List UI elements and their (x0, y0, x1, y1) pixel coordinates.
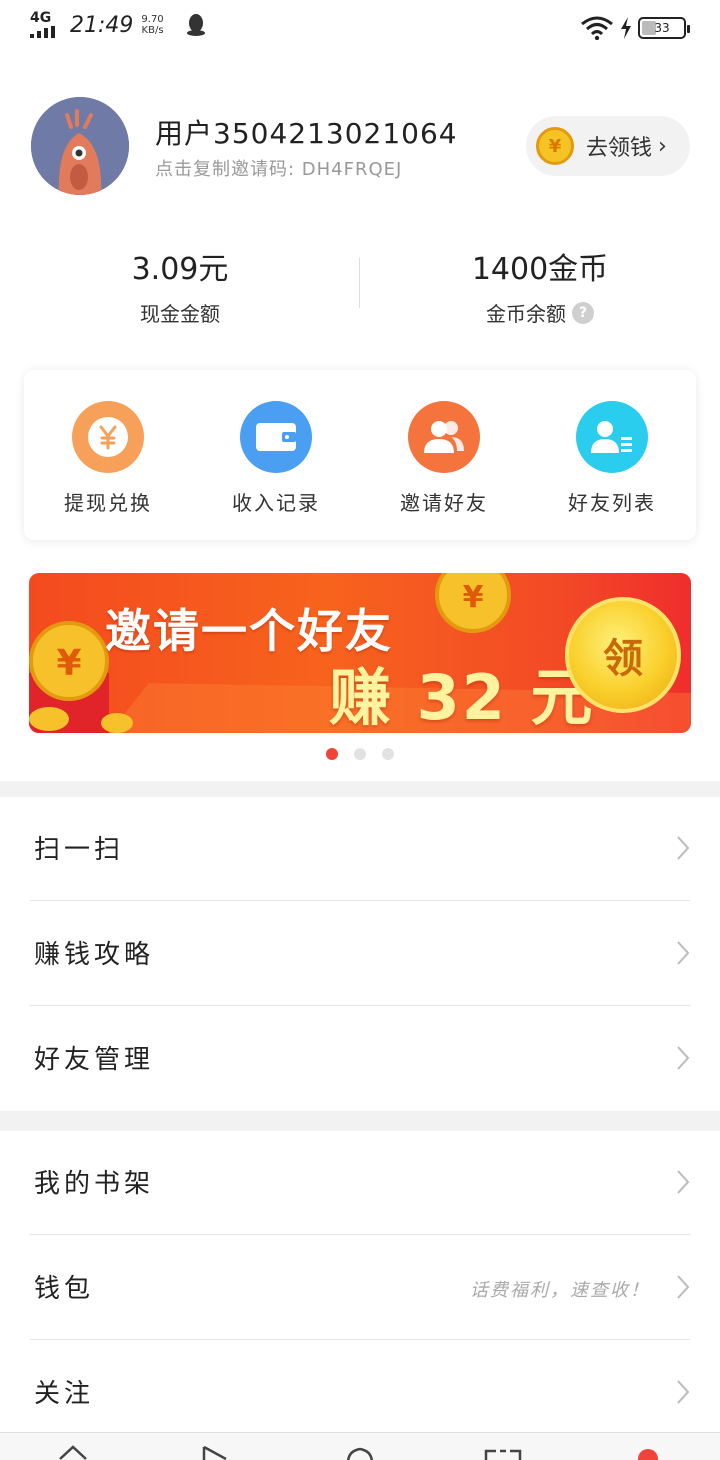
section-gap (0, 781, 720, 797)
carousel-dot-2[interactable] (354, 748, 366, 760)
bookshelf-tab-icon[interactable] (484, 1445, 522, 1460)
chevron-right-icon (677, 1380, 690, 1404)
cash-label: 现金金额 (140, 302, 220, 326)
menu-item-follow[interactable]: 关注 (0, 1341, 720, 1445)
svg-text:¥: ¥ (56, 643, 81, 684)
carousel-indicator (326, 748, 394, 760)
chevron-right-icon (677, 941, 690, 965)
username: 用户3504213021064 (155, 117, 458, 150)
coin-balance[interactable]: 1400金币 金币余额 ? (360, 244, 720, 327)
bottom-tab-bar (0, 1432, 720, 1460)
action-invite-friends[interactable]: 邀请好友 (360, 370, 528, 540)
battery-icon: 33 (638, 17, 690, 39)
svg-text:¥: ¥ (463, 580, 484, 615)
menu-item-earn-tips-label: 赚钱攻略 (34, 940, 155, 970)
menu-item-scan[interactable]: 扫一扫 (0, 797, 720, 901)
action-withdraw-label: 提现兑换 (64, 491, 152, 515)
wallet-hint: 话费福利，速查收！ (470, 1280, 650, 1301)
qq-icon (186, 14, 205, 36)
home-icon[interactable] (58, 1445, 88, 1460)
signal-icon: 4G (30, 10, 60, 38)
menu-item-bookshelf[interactable]: 我的书架 (0, 1131, 720, 1235)
action-invite-friends-label: 邀请好友 (400, 491, 488, 515)
menu-item-wallet[interactable]: 钱包 话费福利，速查收！ (0, 1236, 720, 1340)
charging-icon (621, 17, 631, 39)
invite-code[interactable]: 点击复制邀请码: DH4FRQEJ (155, 155, 402, 181)
wallet-icon (240, 401, 312, 473)
network-speed: 9.70 KB/s (141, 14, 164, 36)
action-income-record[interactable]: 收入记录 (192, 370, 360, 540)
friends-icon (408, 401, 480, 473)
action-income-record-label: 收入记录 (232, 491, 320, 515)
cash-balance[interactable]: 3.09元 现金金额 (0, 244, 360, 327)
action-grid: 提现兑换 收入记录 邀请好友 好友列表 (24, 370, 696, 540)
banner-subtitle: 赚 32 元 (329, 661, 595, 733)
menu-item-friend-manage-label: 好友管理 (34, 1045, 155, 1075)
chevron-right-icon (677, 1275, 690, 1299)
get-cash-button[interactable]: ¥ 去领钱 › (526, 116, 690, 176)
notification-dot-icon (638, 1449, 658, 1460)
menu-item-friend-manage[interactable]: 好友管理 (0, 1007, 720, 1111)
chevron-right-icon: › (658, 133, 667, 159)
discover-icon[interactable] (345, 1445, 375, 1460)
section-gap (0, 1111, 720, 1131)
battery-level: 33 (654, 21, 670, 35)
menu-item-scan-label: 扫一扫 (34, 835, 125, 865)
chevron-right-icon (677, 1046, 690, 1070)
action-friend-list[interactable]: 好友列表 (528, 370, 696, 540)
invite-banner[interactable]: ¥ ¥ 邀请一个好友 赚 32 元 领 (29, 573, 691, 733)
menu-item-wallet-label: 钱包 (34, 1274, 95, 1304)
action-withdraw[interactable]: 提现兑换 (24, 370, 192, 540)
yuan-icon (72, 401, 144, 473)
coin-value: 1400金币 (471, 252, 609, 287)
status-bar: 4G 21:49 9.70 KB/s 33 (0, 0, 720, 56)
avatar[interactable] (31, 97, 129, 195)
cash-value: 3.09元 (131, 252, 229, 287)
wifi-icon (581, 16, 613, 40)
chevron-right-icon (677, 836, 690, 860)
help-icon[interactable]: ? (572, 301, 594, 324)
banner-claim-button[interactable]: 领 (565, 597, 681, 713)
contact-list-icon (576, 401, 648, 473)
clock: 21:49 (70, 12, 134, 38)
network-type: 4G (30, 10, 52, 26)
carousel-dot-1[interactable] (326, 748, 338, 760)
menu-item-bookshelf-label: 我的书架 (34, 1169, 155, 1199)
menu-item-earn-tips[interactable]: 赚钱攻略 (0, 902, 720, 1006)
action-friend-list-label: 好友列表 (568, 491, 656, 515)
chevron-right-icon (677, 1170, 690, 1194)
coin-label: 金币余额 (486, 302, 566, 326)
get-cash-label: 去领钱 (586, 136, 653, 161)
menu-item-follow-label: 关注 (34, 1379, 95, 1409)
carousel-dot-3[interactable] (382, 748, 394, 760)
play-icon[interactable] (200, 1445, 230, 1460)
coin-icon: ¥ (536, 127, 574, 165)
